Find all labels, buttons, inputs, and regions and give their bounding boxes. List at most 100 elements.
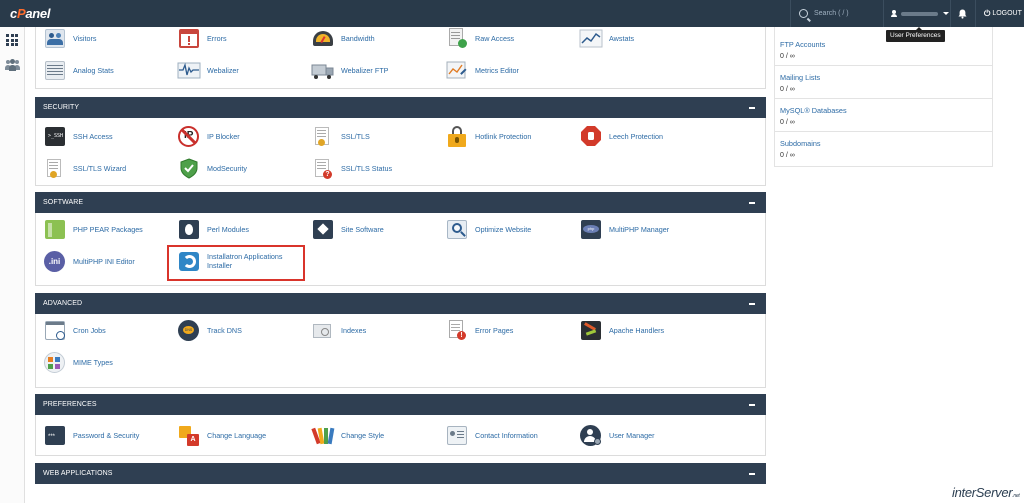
installatron-icon xyxy=(177,251,201,272)
security-item-modsecurity[interactable]: ModSecurity xyxy=(177,155,247,181)
collapse-icon[interactable] xyxy=(749,473,755,475)
certificate-icon xyxy=(311,126,335,147)
stat-ftp-accounts: FTP Accounts 0 / ∞ xyxy=(775,33,992,66)
users-icon[interactable] xyxy=(5,59,20,71)
raw-access-icon xyxy=(445,27,469,49)
metrics-item-webalizer[interactable]: Webalizer xyxy=(177,57,239,83)
ini-editor-icon: .ini xyxy=(43,250,67,272)
software-item-perl-modules[interactable]: Perl Modules xyxy=(177,216,249,242)
stats-panel: FTP Accounts 0 / ∞ Mailing Lists 0 / ∞ M… xyxy=(774,27,993,167)
advanced-panel: Cron Jobs DNS Track DNS Indexes ! Error … xyxy=(35,314,766,388)
indexes-folder-icon xyxy=(311,320,335,341)
padlock-icon xyxy=(445,125,469,147)
web-applications-header[interactable]: WEB APPLICATIONS xyxy=(35,463,766,484)
advanced-item-indexes[interactable]: Indexes xyxy=(311,317,366,343)
interserver-logo: interServer.net xyxy=(952,485,1020,500)
collapse-icon[interactable] xyxy=(749,303,755,305)
preferences-item-change-language[interactable]: A Change Language xyxy=(177,422,266,448)
awstats-icon xyxy=(579,28,603,49)
metrics-item-visitors[interactable]: Visitors xyxy=(43,25,96,51)
language-icon: A xyxy=(177,425,201,446)
user-menu[interactable] xyxy=(883,0,949,27)
advanced-header[interactable]: ADVANCED xyxy=(35,293,766,314)
ssl-wizard-icon xyxy=(43,158,67,179)
installatron-label: Installatron Applications Installer xyxy=(207,252,283,270)
stat-mailing-lists: Mailing Lists 0 / ∞ xyxy=(775,66,992,99)
security-item-ssh-access[interactable]: >_SSH SSH Access xyxy=(43,123,113,149)
php-pear-icon xyxy=(43,219,67,240)
software-item-site-software[interactable]: Site Software xyxy=(311,216,384,242)
stat-subdomains: Subdomains 0 / ∞ xyxy=(780,139,821,159)
security-item-hotlink-protection[interactable]: Hotlink Protection xyxy=(445,123,531,149)
stop-hand-icon xyxy=(579,125,603,147)
preferences-item-password-security[interactable]: *** Password & Security xyxy=(43,422,139,448)
puzzle-icon xyxy=(311,219,335,240)
preferences-header[interactable]: PREFERENCES xyxy=(35,394,766,415)
metrics-item-raw-access[interactable]: Raw Access xyxy=(445,25,514,51)
security-panel: >_SSH SSH Access IP IP Blocker SSL/TLS xyxy=(35,118,766,186)
bell-icon xyxy=(958,9,967,19)
metrics-item-bandwidth[interactable]: Bandwidth xyxy=(311,25,375,51)
software-item-multiphp-ini-editor[interactable]: .ini MultiPHP INI Editor xyxy=(43,248,135,274)
search-icon xyxy=(799,9,808,18)
security-item-ip-blocker[interactable]: IP IP Blocker xyxy=(177,123,240,149)
ssh-terminal-icon: >_SSH xyxy=(43,126,67,147)
track-dns-icon: DNS xyxy=(177,319,201,341)
security-item-ssl-tls[interactable]: SSL/TLS xyxy=(311,123,370,149)
preferences-item-change-style[interactable]: Change Style xyxy=(311,422,384,448)
metrics-panel: Visitors Errors Bandwidth Raw Access Aws… xyxy=(35,27,766,89)
advanced-item-track-dns[interactable]: DNS Track DNS xyxy=(177,317,242,343)
software-item-installatron[interactable]: Installatron Applications Installer xyxy=(177,247,283,275)
cpanel-logo[interactable]: cPanel xyxy=(10,6,50,21)
errors-icon xyxy=(177,28,201,49)
ip-blocker-icon: IP xyxy=(177,125,201,147)
main-content: Visitors Errors Bandwidth Raw Access Aws… xyxy=(35,27,766,484)
metrics-item-webalizer-ftp[interactable]: Webalizer FTP xyxy=(311,57,388,83)
software-header[interactable]: SOFTWARE xyxy=(35,192,766,213)
advanced-item-cron-jobs[interactable]: Cron Jobs xyxy=(43,317,106,343)
user-icon xyxy=(891,10,897,17)
home-grid-icon[interactable] xyxy=(6,34,19,46)
collapse-icon[interactable] xyxy=(749,404,755,406)
security-item-ssl-tls-wizard[interactable]: SSL/TLS Wizard xyxy=(43,155,126,181)
advanced-item-error-pages[interactable]: ! Error Pages xyxy=(445,317,513,343)
error-pages-icon: ! xyxy=(445,319,469,341)
preferences-item-user-manager[interactable]: User Manager xyxy=(579,422,655,448)
metrics-editor-icon xyxy=(445,60,469,81)
advanced-item-mime-types[interactable]: MIME Types xyxy=(43,349,113,375)
security-item-ssl-tls-status[interactable]: ? SSL/TLS Status xyxy=(311,155,392,181)
search-input[interactable]: Search ( / ) xyxy=(814,10,849,17)
software-item-multiphp-manager[interactable]: php MultiPHP Manager xyxy=(579,216,669,242)
visitors-icon xyxy=(43,28,67,49)
shield-icon xyxy=(177,157,201,179)
webalizer-ftp-truck-icon xyxy=(311,60,335,81)
perl-onion-icon xyxy=(177,219,201,240)
preferences-item-contact-information[interactable]: Contact Information xyxy=(445,422,538,448)
mime-types-icon xyxy=(43,351,67,373)
metrics-item-errors[interactable]: Errors xyxy=(177,25,227,51)
software-item-php-pear[interactable]: PHP PEAR Packages xyxy=(43,216,143,242)
analog-stats-icon xyxy=(43,60,67,81)
logout-icon: ⏻ xyxy=(984,8,991,18)
logout-label: LOGOUT xyxy=(992,10,1022,17)
notifications-button[interactable] xyxy=(950,0,974,27)
stat-mysql-databases: MySQL® Databases 0 / ∞ xyxy=(775,99,992,132)
top-bar: cPanel Search ( / ) ⏻ LOGOUT xyxy=(0,0,1024,27)
left-rail xyxy=(0,27,25,503)
metrics-item-awstats[interactable]: Awstats xyxy=(579,25,634,51)
security-item-leech-protection[interactable]: Leech Protection xyxy=(579,123,663,149)
style-palette-icon xyxy=(311,425,335,446)
ssl-status-icon: ? xyxy=(311,158,335,179)
metrics-item-metrics-editor[interactable]: Metrics Editor xyxy=(445,57,519,83)
username-blurred xyxy=(900,11,938,16)
password-icon: *** xyxy=(43,425,67,446)
collapse-icon[interactable] xyxy=(749,107,755,109)
security-header[interactable]: SECURITY xyxy=(35,97,766,118)
collapse-icon[interactable] xyxy=(749,202,755,204)
advanced-item-apache-handlers[interactable]: Apache Handlers xyxy=(579,317,664,343)
logout-button[interactable]: ⏻ LOGOUT xyxy=(975,0,1024,27)
software-item-optimize-website[interactable]: Optimize Website xyxy=(445,216,531,242)
metrics-item-analog-stats[interactable]: Analog Stats xyxy=(43,57,114,83)
contact-card-icon xyxy=(445,425,469,446)
search-box[interactable]: Search ( / ) xyxy=(790,0,882,27)
